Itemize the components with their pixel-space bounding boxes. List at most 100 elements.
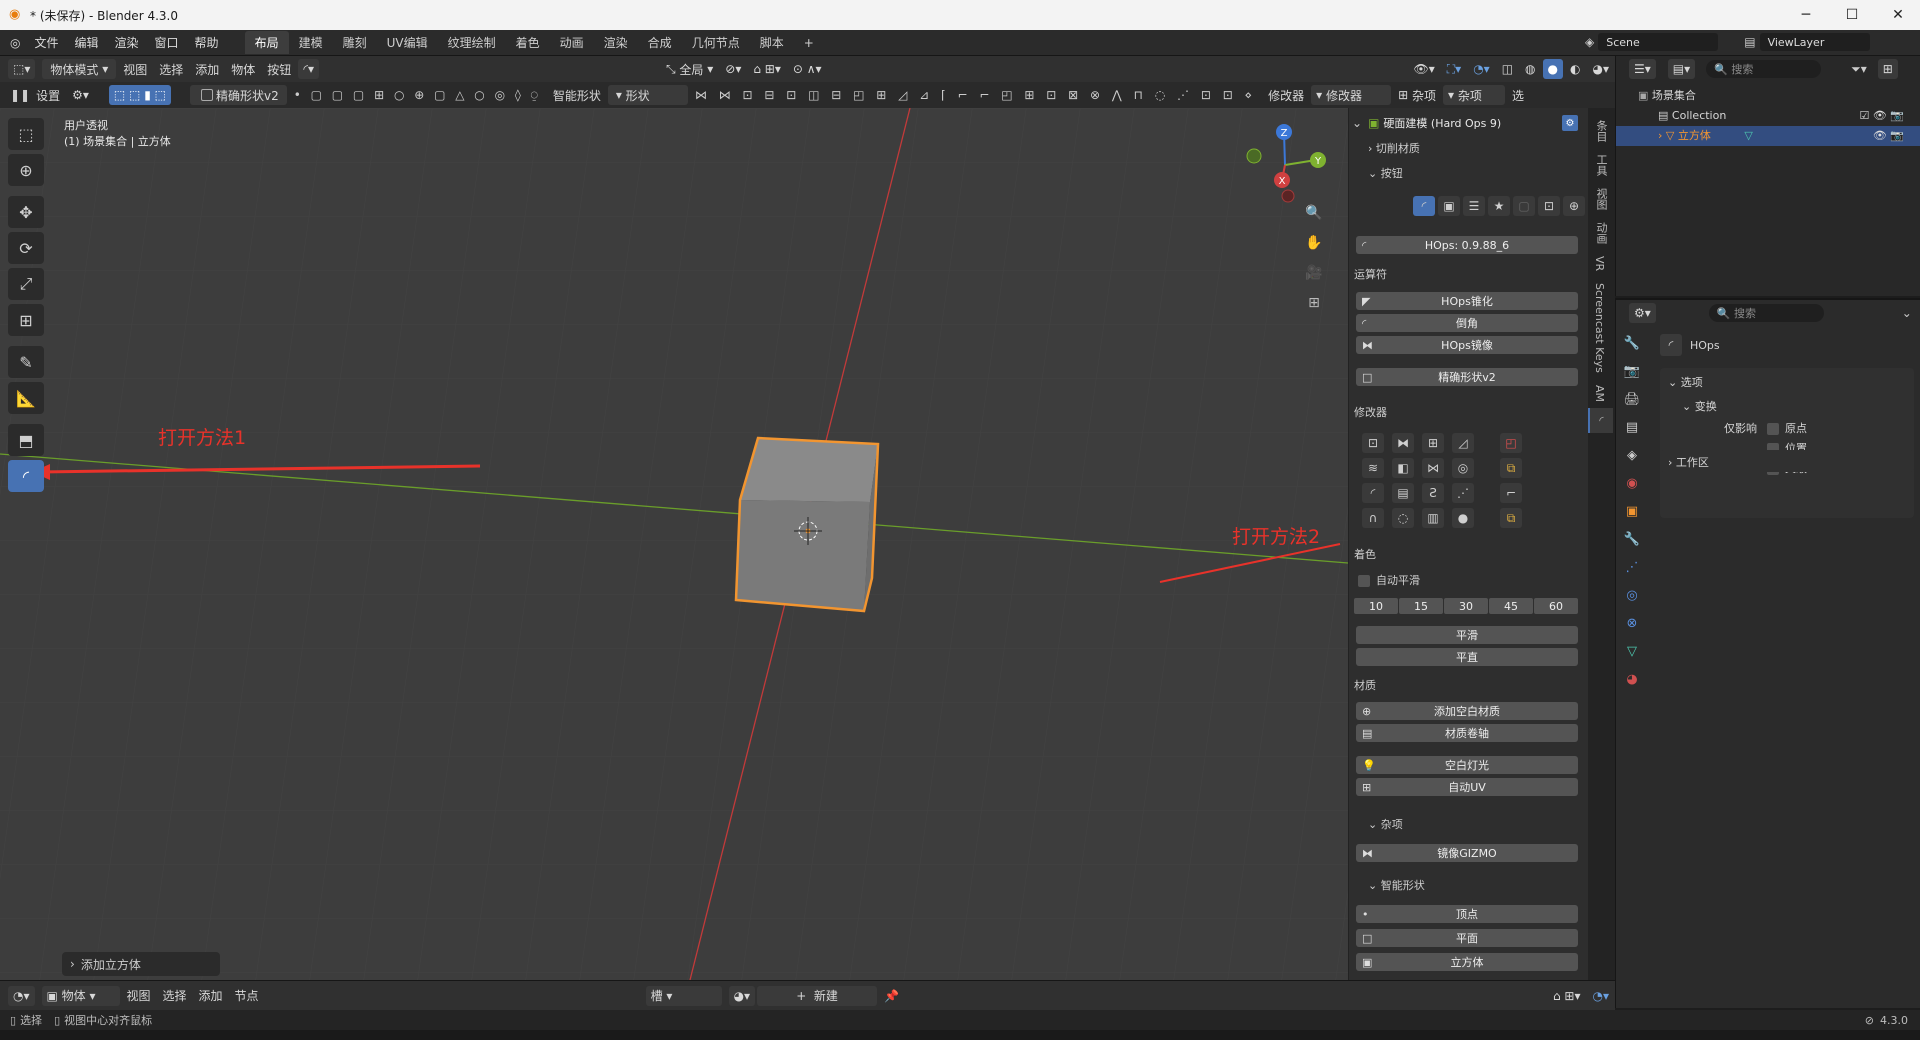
modifier-tab-icon[interactable]: 🔧 [1621,528,1643,550]
bottom-object-dropdown[interactable]: ▣ 物体 ▾ [41,985,120,1006]
misc-section[interactable]: ⌄ 杂项 [1368,816,1403,832]
smart-shape-vertex-button[interactable]: • 顶点 [1356,905,1578,923]
misc-label-btn[interactable]: ⊞ 杂项 [1393,85,1441,105]
hops-tool-icons[interactable]: ⋈ ⋈ ⊡ ⊟ ⊡ ◫ ⊟ ◰ ⊞ ◿ ⊿ ⌈ ⌐ ⌐ ◰ ⊞ ⊡ ⊠ ⊗ ⋀ … [690,85,1261,105]
angle-60-button[interactable]: 60 [1534,598,1578,614]
mod-vertex-icon[interactable]: ● [1452,508,1474,528]
smooth-button[interactable]: 平滑 [1356,626,1578,644]
options-tab[interactable]: 选 [1507,85,1529,105]
hops-empty-icon[interactable]: ▢ [1513,196,1535,216]
buttons-section[interactable]: ⌄ 按钮 [1368,165,1403,181]
smart-shape-label[interactable]: 智能形状 [548,85,606,105]
rendered-shading-icon[interactable]: ◕▾ [1588,59,1615,79]
navigation-gizmo[interactable]: Z Y X [1240,120,1330,210]
render-tab-icon[interactable]: 📷 [1621,360,1643,382]
active-tool-dropdown[interactable]: 精确形状v2 [189,85,287,105]
mod-solidify-icon[interactable]: ⊡ [1362,433,1384,453]
output-tab-icon[interactable]: 🖨 [1621,388,1643,410]
object-tab-icon[interactable]: ▣ [1621,500,1643,522]
menu-select[interactable]: 选择 [154,59,188,79]
angle-45-button[interactable]: 45 [1489,598,1533,614]
transform-section[interactable]: ⌄ 变换 [1660,396,1914,416]
mod-skin-icon[interactable]: ▥ [1422,508,1444,528]
select-box-icon[interactable]: ⬚ [8,118,44,150]
cursor-icon[interactable]: ⊕ [8,154,44,186]
flat-button[interactable]: 平直 [1356,648,1578,666]
scene-selector[interactable]: Scene [1598,33,1719,51]
settings-label[interactable]: 设置 [31,85,65,105]
xray-toggle-icon[interactable]: ◫ [1497,59,1518,79]
bottom-menu-view[interactable]: 视图 [122,986,156,1006]
modifier-dropdown[interactable]: ▾ 修改器 [1311,85,1392,105]
mod-displace-icon[interactable]: ⋰ [1452,483,1474,503]
bottom-editor-type-icon[interactable]: ◔▾ [8,985,35,1006]
menu-buttons[interactable]: 按钮 [262,59,296,79]
precise-shape-button[interactable]: □ 精确形状v2 [1356,368,1578,386]
hops-mirror-button[interactable]: ⧓ HOps镜像 [1356,336,1578,354]
blender-menu-icon[interactable]: ◎ [10,36,20,50]
cut-material-section[interactable]: › 切削材质 [1368,140,1420,156]
add-workspace-button[interactable]: + [794,33,824,53]
measure-icon[interactable]: 📐 [8,382,44,414]
new-collection-icon[interactable]: ⊞ [1877,59,1898,79]
collection-toggles[interactable]: ☑ 👁 📷 [1859,106,1904,126]
menu-view[interactable]: 视图 [118,59,152,79]
tab-view[interactable]: 视图 [1588,182,1614,216]
object-toggles[interactable]: 👁 📷 [1873,126,1904,146]
minimize-button[interactable]: ─ [1783,0,1829,30]
smart-shape-cube-button[interactable]: ▣ 立方体 [1356,953,1578,971]
tab-modeling[interactable]: 建模 [289,31,333,54]
transform-icon[interactable]: ⊞ [8,304,44,336]
menu-render[interactable]: 渲染 [107,34,147,51]
material-shading-icon[interactable]: ◐ [1565,59,1585,79]
ortho-grid-icon[interactable]: ⊞ [1300,290,1328,316]
auto-uv-button[interactable]: ⊞ 自动UV [1356,778,1578,796]
mod-deform-icon[interactable]: ⌐ [1500,483,1522,503]
proportional-edit-icon[interactable]: ⊙ ∧▾ [788,59,827,79]
world-tab-icon[interactable]: ◉ [1621,472,1643,494]
tab-compositing[interactable]: 合成 [638,31,682,54]
modifier-label[interactable]: 修改器 [1263,85,1309,105]
smart-shape-section[interactable]: ⌄ 智能形状 [1368,877,1425,893]
menu-file[interactable]: 文件 [26,34,66,51]
mod-decimate-icon[interactable]: ⋈ [1422,458,1444,478]
visibility-icon[interactable]: 👁▾ [1409,59,1440,79]
select-mode-icons[interactable]: ⬚ ⬚ ▮ ⬚ [108,85,171,105]
bottom-snap-icon[interactable]: ⌂ ⊞▾ [1548,986,1586,1006]
scene-tab-icon[interactable]: ◈ [1621,444,1643,466]
mod-screw-icon[interactable]: Ƨ [1422,483,1444,503]
rotate-icon[interactable]: ⟳ [8,232,44,264]
mod-smooth-icon[interactable]: ◌ [1392,508,1414,528]
tab-animation-side[interactable]: 动画 [1588,216,1614,250]
scale-icon[interactable]: ⤢ [8,268,44,300]
hops-globe-icon[interactable]: ⊕ [1563,196,1585,216]
mod-radial-array-icon[interactable]: ⧉ [1500,508,1522,528]
properties-chevron-icon[interactable]: ⌄ [1902,306,1912,320]
angle-30-button[interactable]: 30 [1444,598,1488,614]
origin-checkbox[interactable]: 原点 [1767,420,1807,436]
view-layer-tab-icon[interactable]: ▤ [1621,416,1643,438]
hops-settings-icon[interactable]: ⚙ [1562,115,1578,131]
tab-vr[interactable]: VR [1588,250,1611,277]
hops-taper-button[interactable]: ◤ HOps锥化 [1356,292,1578,310]
physics-tab-icon[interactable]: ◎ [1621,584,1643,606]
bottom-overlay-icon[interactable]: ◔▾ [1588,986,1615,1006]
collection-row[interactable]: ▤ Collection ☑ 👁 📷 [1638,106,1920,126]
viewlayer-selector[interactable]: ViewLayer [1759,33,1870,51]
tab-texture-paint[interactable]: 纹理绘制 [438,31,506,54]
last-operator-panel[interactable]: › 添加立方体 [62,952,220,976]
tab-item[interactable]: 条目 [1588,114,1614,148]
tab-hardops-icon[interactable]: ◜ [1588,408,1613,434]
mod-curve-icon[interactable]: ◜ [1362,483,1384,503]
tab-rendering[interactable]: 渲染 [594,31,638,54]
pan-hand-icon[interactable]: ✋ [1300,230,1328,256]
hops-star-icon[interactable]: ★ [1488,196,1510,216]
filter-icon[interactable]: ⏷▾ [1851,62,1867,77]
menu-object[interactable]: 物体 [226,59,260,79]
shape-icons-row[interactable]: • ▢ ▢ ▢ ⊞ ○ ⊕ ▢ △ ○ ◎ ◊ ⍜ [289,85,546,105]
hardops-panel-header[interactable]: ⌄ ▣ 硬面建模 (Hard Ops 9) ⚙ [1352,114,1584,132]
angle-10-button[interactable]: 10 [1354,598,1398,614]
tab-sculpting[interactable]: 雕刻 [333,31,377,54]
bevel-button[interactable]: ◜ 倒角 [1356,314,1578,332]
wireframe-shading-icon[interactable]: ◍ [1520,59,1540,79]
